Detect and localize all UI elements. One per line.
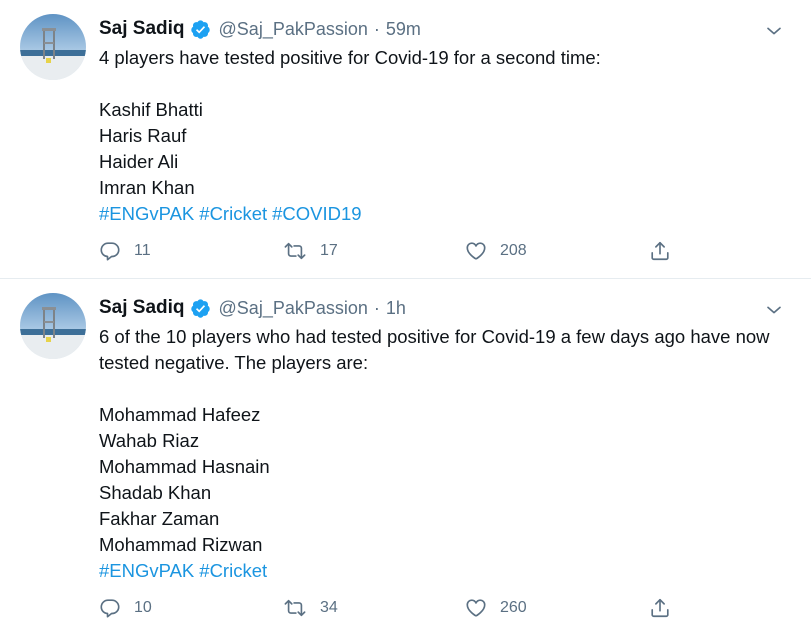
player-name: Haris Rauf	[99, 125, 187, 146]
player-name: Mohammad Hasnain	[99, 456, 270, 477]
hashtag-link[interactable]: #Cricket	[199, 560, 267, 581]
heart-icon	[465, 597, 487, 619]
avatar[interactable]	[20, 14, 86, 80]
share-icon	[649, 240, 671, 262]
separator-dot: ·	[373, 297, 380, 318]
share-button[interactable]	[649, 593, 671, 623]
player-name: Imran Khan	[99, 177, 195, 198]
chevron-down-icon[interactable]	[763, 299, 785, 321]
author-handle[interactable]: @Saj_PakPassion	[219, 298, 368, 319]
avatar[interactable]	[20, 293, 86, 359]
retweet-icon	[283, 597, 307, 619]
like-button[interactable]: 260	[465, 593, 527, 623]
share-icon	[649, 597, 671, 619]
author-handle[interactable]: @Saj_PakPassion	[219, 19, 368, 40]
retweet-button[interactable]: 17	[283, 236, 338, 266]
player-name: Mohammad Rizwan	[99, 534, 263, 555]
like-count: 208	[500, 242, 527, 259]
player-name: Kashif Bhatti	[99, 99, 203, 120]
player-name: Shadab Khan	[99, 482, 212, 503]
reply-count: 10	[134, 599, 152, 616]
like-count: 260	[500, 599, 527, 616]
player-name: Wahab Riaz	[99, 430, 200, 451]
retweet-count: 17	[320, 242, 338, 259]
player-name: Fakhar Zaman	[99, 508, 220, 529]
action-bar: 10 34 260	[99, 593, 699, 623]
share-button[interactable]	[649, 236, 671, 266]
tweet[interactable]: Saj Sadiq @Saj_PakPassion · 59m 4 player…	[0, 0, 811, 279]
tweet[interactable]: Saj Sadiq @Saj_PakPassion · 1h 6 of the …	[0, 279, 811, 636]
hashtag-link[interactable]: #COVID19	[272, 203, 361, 224]
tweet-header: Saj Sadiq @Saj_PakPassion · 59m	[99, 15, 421, 43]
hashtag-link[interactable]: #Cricket	[199, 203, 267, 224]
hashtag-link[interactable]: #ENGvPAK	[99, 203, 194, 224]
verified-badge-icon	[190, 298, 211, 319]
retweet-button[interactable]: 34	[283, 593, 338, 623]
tweet-text: 6 of the 10 players who had tested posit…	[99, 324, 794, 584]
reply-count: 11	[134, 242, 151, 259]
hashtags: #ENGvPAK #Cricket	[99, 558, 794, 584]
tweet-text: 4 players have tested positive for Covid…	[99, 45, 794, 227]
timestamp[interactable]: 59m	[386, 19, 421, 40]
verified-badge-icon	[190, 19, 211, 40]
hashtag-link[interactable]: #ENGvPAK	[99, 560, 194, 581]
reply-button[interactable]: 11	[99, 236, 151, 266]
heart-icon	[465, 240, 487, 262]
action-bar: 11 17 208	[99, 236, 699, 266]
tweet-line: 4 players have tested positive for Covid…	[99, 47, 601, 68]
player-name: Haider Ali	[99, 151, 179, 172]
author-name[interactable]: Saj Sadiq	[99, 297, 185, 319]
reply-icon	[99, 240, 121, 262]
retweet-count: 34	[320, 599, 338, 616]
like-button[interactable]: 208	[465, 236, 527, 266]
reply-button[interactable]: 10	[99, 593, 152, 623]
tweet-line: 6 of the 10 players who had tested posit…	[99, 326, 770, 373]
chevron-down-icon[interactable]	[763, 20, 785, 42]
tweet-feed: Saj Sadiq @Saj_PakPassion · 59m 4 player…	[0, 0, 811, 636]
reply-icon	[99, 597, 121, 619]
author-name[interactable]: Saj Sadiq	[99, 18, 185, 40]
tweet-header: Saj Sadiq @Saj_PakPassion · 1h	[99, 294, 406, 322]
retweet-icon	[283, 240, 307, 262]
separator-dot: ·	[373, 18, 380, 39]
player-name: Mohammad Hafeez	[99, 404, 261, 425]
hashtags: #ENGvPAK #Cricket #COVID19	[99, 201, 794, 227]
timestamp[interactable]: 1h	[386, 298, 406, 319]
